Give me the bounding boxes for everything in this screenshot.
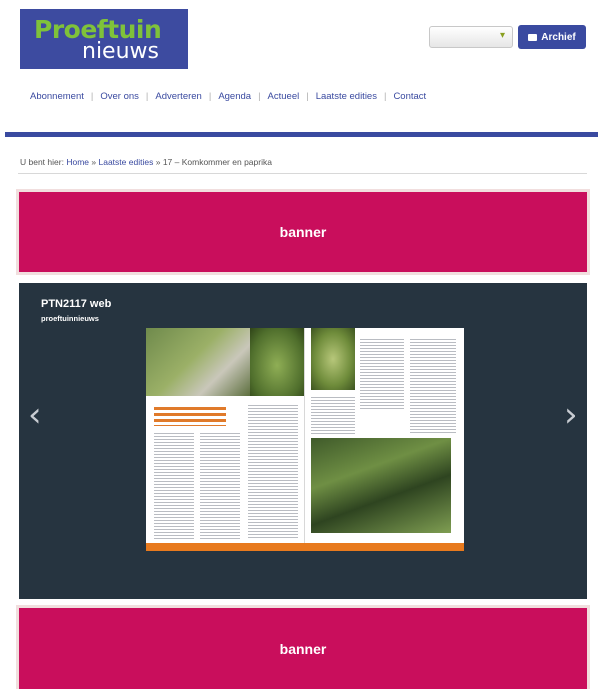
photo-team [146,328,250,396]
photo-plant [311,328,355,390]
article-headline [154,406,226,426]
magazine-viewer: PTN2117 web proeftuinnieuws ‹ › [19,283,587,599]
nav-item-laatste-edities[interactable]: Laatste edities [316,91,377,102]
breadcrumb: U bent hier: Home » Laatste edities » 17… [20,157,272,167]
top-banner[interactable]: banner [19,192,587,272]
nav-item-over-ons[interactable]: Over ons [100,91,139,102]
viewer-title: PTN2117 web [41,298,112,310]
article-text-col2 [200,432,240,540]
nav-separator: | [383,91,387,102]
article-text-col4 [360,338,404,410]
page-footer-strip [146,543,464,551]
article-text-col3 [248,404,298,540]
site-logo[interactable]: Proeftuin nieuws [20,9,188,69]
breadcrumb-editions[interactable]: Laatste edities [99,157,154,167]
logo-text-nieuws: nieuws [82,39,159,64]
breadcrumb-current: 17 – Komkommer en paprika [162,157,272,167]
main-nav: Abonnement | Over ons | Adverteren | Age… [30,91,426,102]
bottom-banner-label: banner [279,640,327,657]
nav-separator: | [90,91,94,102]
header-divider [5,132,598,137]
nav-item-contact[interactable]: Contact [393,91,426,102]
nav-separator: | [208,91,212,102]
archive-box-icon [528,33,538,41]
nav-separator: | [145,91,149,102]
nav-item-agenda[interactable]: Agenda [218,91,251,102]
nav-item-adverteren[interactable]: Adverteren [155,91,201,102]
breadcrumb-separator: » [155,157,161,167]
magazine-spread[interactable] [146,328,464,551]
edition-select[interactable]: ▾ [429,26,513,48]
photo-leaf [250,328,304,396]
article-text-col6 [311,396,355,434]
page-fold [304,328,305,543]
nav-item-actueel[interactable]: Actueel [268,91,300,102]
nav-separator: | [306,91,309,102]
breadcrumb-prefix: U bent hier: [20,157,64,167]
nav-item-abonnement[interactable]: Abonnement [30,91,84,102]
photo-crop [311,438,451,533]
nav-separator: | [258,91,261,102]
top-banner-label: banner [279,224,327,240]
archive-button-label: Archief [541,31,576,43]
breadcrumb-divider [18,173,587,174]
breadcrumb-home[interactable]: Home [66,157,89,167]
article-text-col5 [410,338,456,434]
archive-button[interactable]: Archief [518,25,586,49]
breadcrumb-separator: » [91,157,97,167]
bottom-banner[interactable]: banner [19,608,587,689]
chevron-down-icon: ▾ [499,30,505,41]
viewer-subtitle: proeftuinnieuws [41,314,99,323]
chevron-left-icon[interactable]: ‹ [28,395,42,435]
chevron-right-icon[interactable]: › [564,395,578,435]
article-text-col1 [154,432,194,540]
